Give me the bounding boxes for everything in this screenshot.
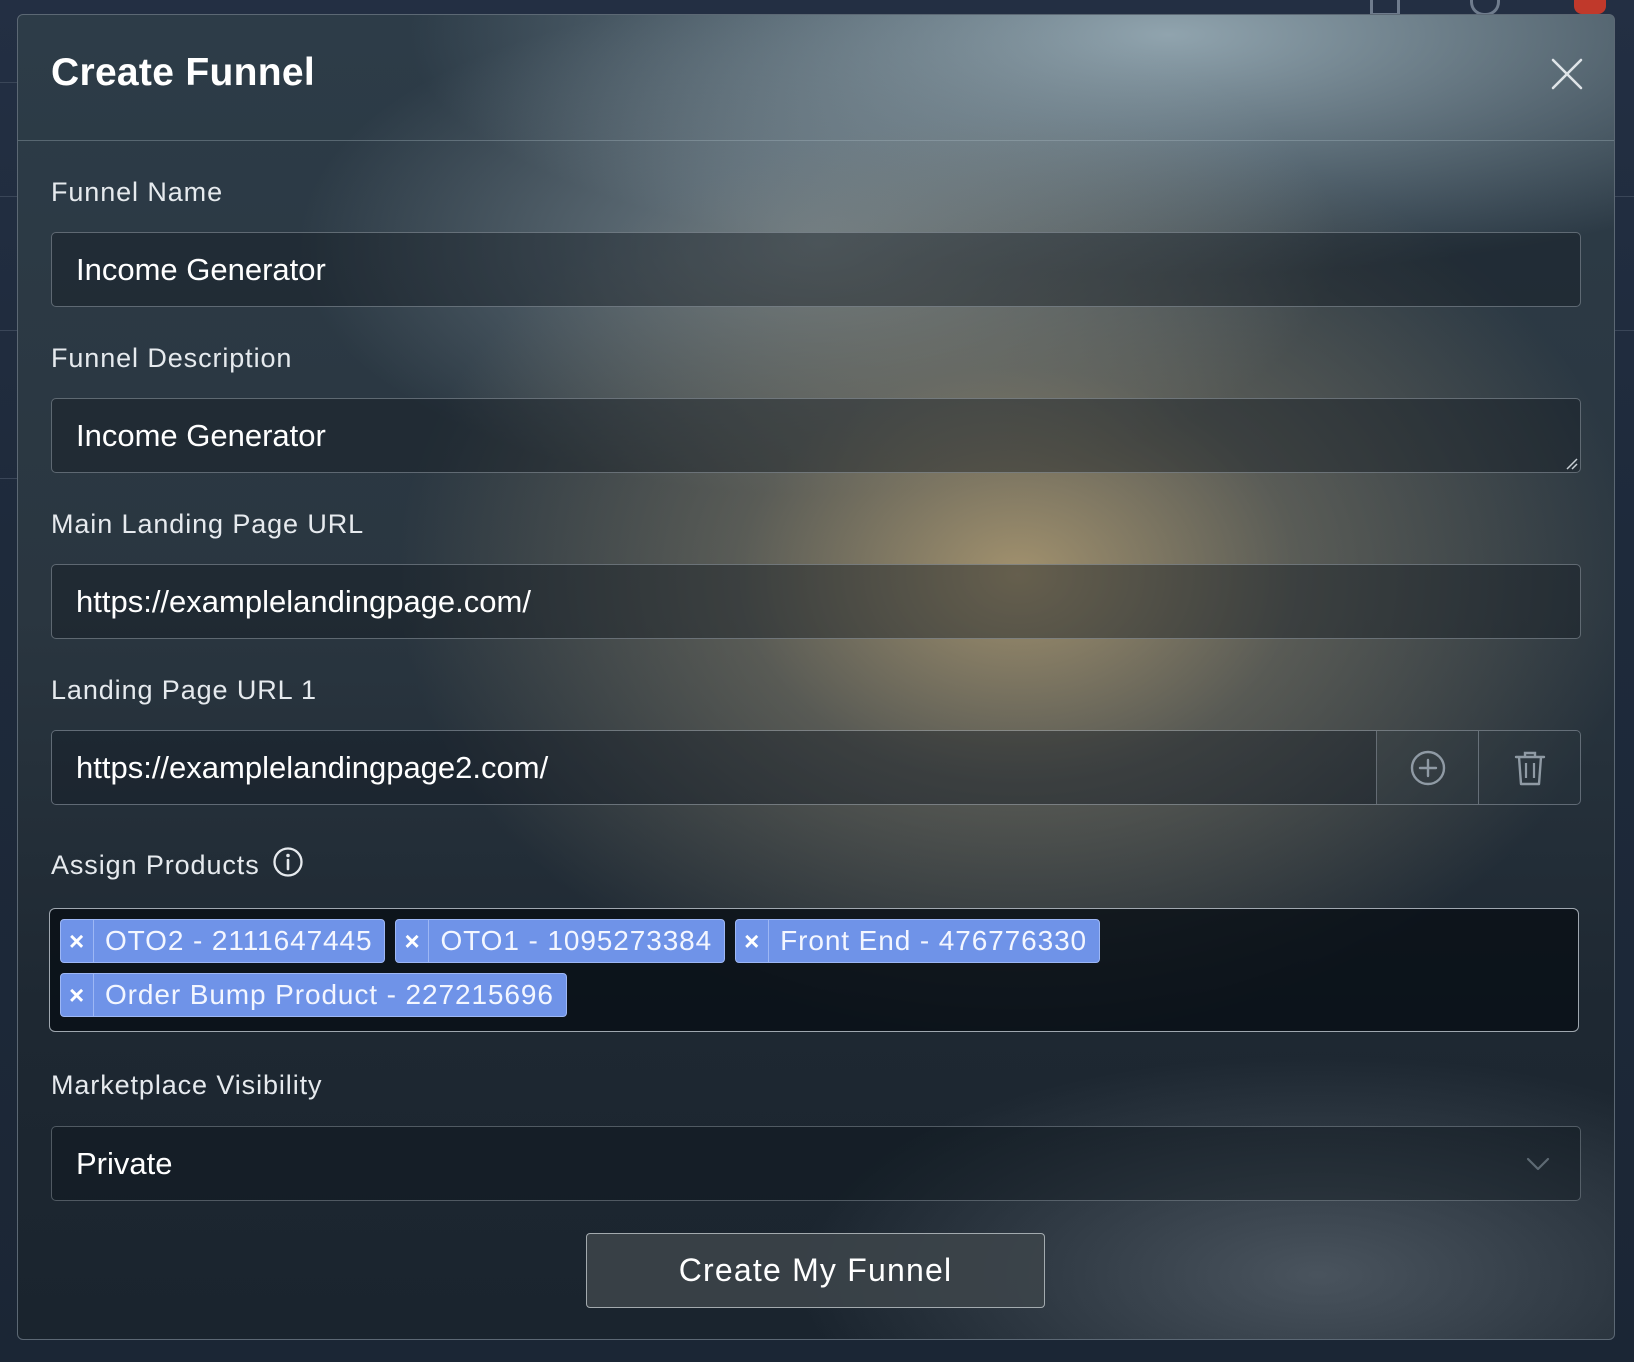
remove-tag-button[interactable]: ×	[396, 920, 430, 962]
modal-title: Create Funnel	[51, 51, 315, 94]
main-landing-url-label: Main Landing Page URL	[51, 509, 365, 539]
remove-tag-button[interactable]: ×	[61, 974, 94, 1016]
main-landing-url-input[interactable]: https://examplelandingpage.com/	[51, 564, 1581, 639]
marketplace-visibility-select[interactable]: Private	[51, 1126, 1581, 1201]
product-tag-label: OTO2 - 2111647445	[105, 925, 373, 956]
assign-products-header: Assign Products	[51, 846, 304, 881]
trash-icon	[1514, 751, 1545, 785]
marketplace-visibility-label: Marketplace Visibility	[51, 1070, 323, 1100]
remove-tag-button[interactable]: ×	[61, 920, 94, 962]
landing-url-1-label: Landing Page URL 1	[51, 675, 317, 705]
funnel-description-textarea[interactable]: Income Generator	[51, 398, 1581, 473]
chevron-down-icon	[1526, 1157, 1550, 1170]
products-multiselect[interactable]: × OTO2 - 2111647445 × OTO1 - 1095273384 …	[49, 908, 1579, 1032]
bg-divider	[1615, 330, 1634, 331]
bg-divider	[0, 330, 17, 331]
remove-tag-button[interactable]: ×	[736, 920, 770, 962]
funnel-description-label: Funnel Description	[51, 343, 293, 373]
notification-badge	[1574, 0, 1606, 14]
modal-header: Create Funnel	[18, 15, 1614, 141]
bg-divider	[0, 82, 17, 83]
add-url-button[interactable]	[1377, 731, 1478, 804]
funnel-description-value: Income Generator	[76, 417, 326, 453]
product-tag-label: Order Bump Product - 227215696	[105, 979, 554, 1010]
delete-url-button[interactable]	[1478, 731, 1580, 804]
landing-url-1-input[interactable]: https://examplelandingpage2.com/	[52, 731, 1377, 804]
landing-url-1-group: https://examplelandingpage2.com/	[51, 730, 1581, 805]
assign-products-label: Assign Products	[51, 850, 260, 880]
create-my-funnel-button[interactable]: Create My Funnel	[586, 1233, 1045, 1308]
bg-divider	[0, 478, 17, 479]
plus-circle-icon	[1410, 750, 1445, 785]
product-tag: × OTO2 - 2111647445	[60, 919, 386, 963]
close-icon[interactable]	[1550, 57, 1584, 91]
funnel-name-input[interactable]: Income Generator	[51, 232, 1581, 307]
product-tag-label: OTO1 - 1095273384	[440, 925, 713, 956]
funnel-name-label: Funnel Name	[51, 177, 223, 207]
product-tag: × Order Bump Product - 227215696	[60, 973, 567, 1017]
product-tag: × OTO1 - 1095273384	[395, 919, 726, 963]
resize-grip-icon[interactable]	[1564, 456, 1578, 470]
marketplace-visibility-value: Private	[76, 1145, 173, 1181]
bg-divider	[0, 196, 17, 197]
create-funnel-modal: Create Funnel Funnel Name Income Generat…	[17, 14, 1615, 1340]
bg-divider	[1615, 196, 1634, 197]
product-tag: × Front End - 476776330	[735, 919, 1101, 963]
info-icon[interactable]	[272, 846, 304, 878]
product-tag-label: Front End - 476776330	[780, 925, 1088, 956]
